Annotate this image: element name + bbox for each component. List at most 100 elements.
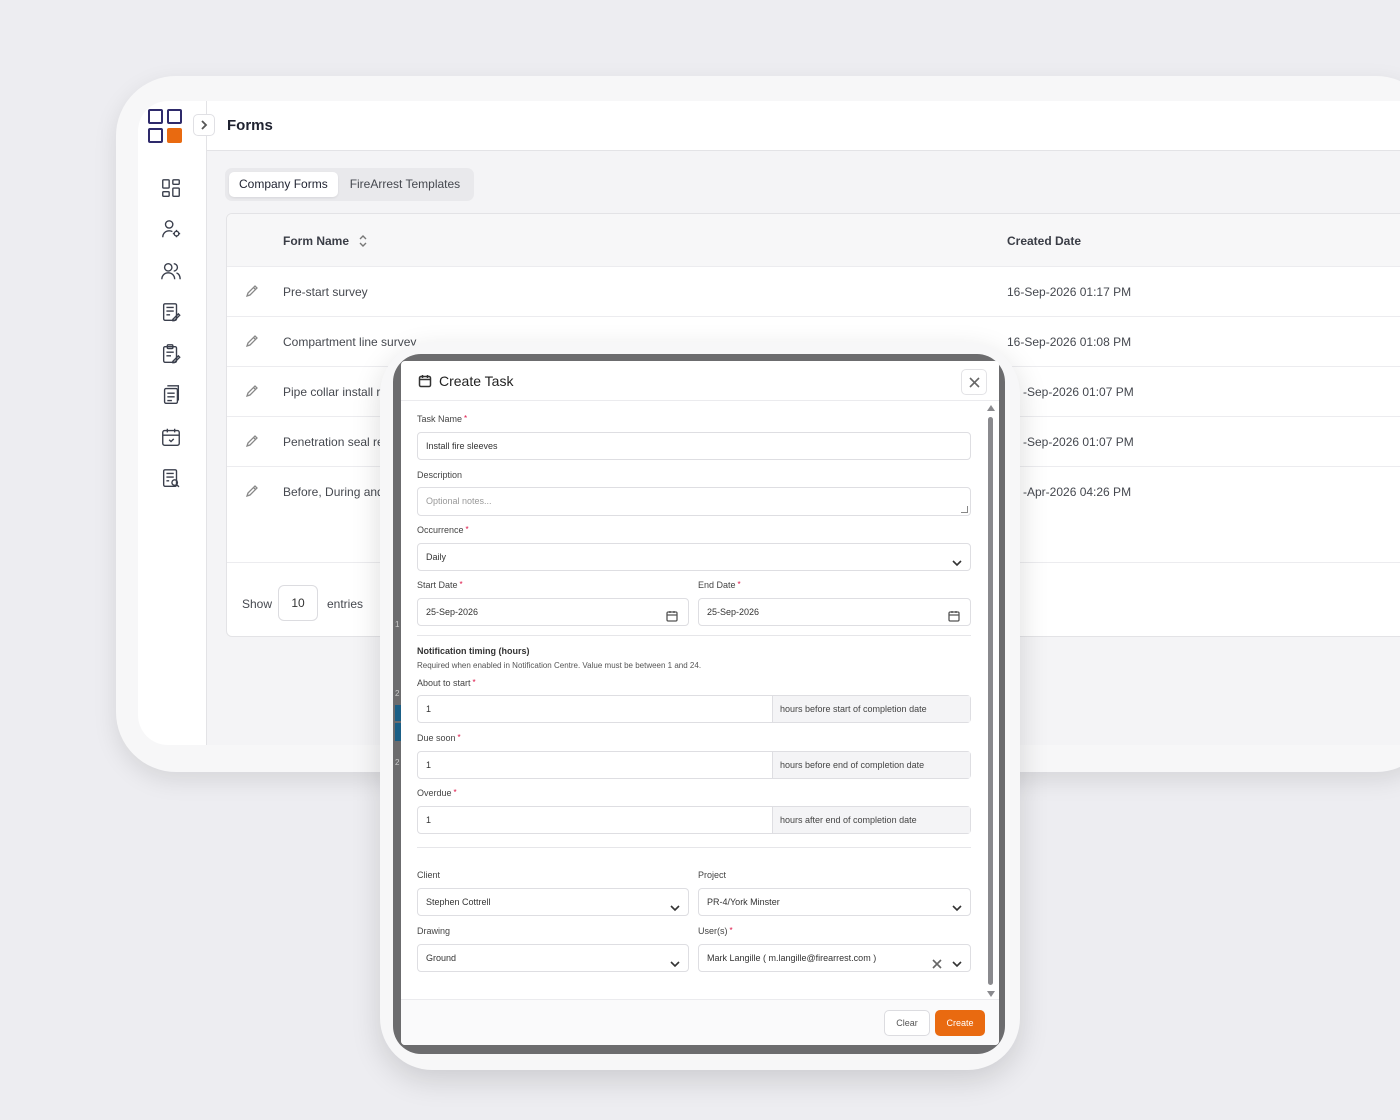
overdue-suffix: hours after end of completion date — [772, 807, 970, 833]
due-soon-input[interactable]: 1 hours before end of completion date — [417, 751, 971, 779]
users-value: Mark Langille ( m.langille@firearrest.co… — [707, 953, 877, 963]
edit-pencil-icon[interactable] — [245, 384, 259, 398]
about-to-start-label: About to start * — [417, 678, 476, 688]
top-bar: Forms — [193, 101, 1400, 151]
background-fragment: 2 — [395, 758, 400, 767]
clear-selection-icon[interactable] — [932, 953, 942, 969]
end-date-value: 25-Sep-2026 — [707, 607, 760, 617]
occurrence-label: Occurrence * — [417, 525, 469, 535]
modal-footer: Clear Create — [401, 999, 999, 1045]
overdue-value: 1 — [426, 815, 432, 825]
edit-pencil-icon[interactable] — [245, 284, 259, 298]
start-date-value: 25-Sep-2026 — [426, 607, 479, 617]
calendar-icon[interactable] — [159, 425, 183, 449]
modal-title: Create Task — [439, 373, 514, 389]
client-select[interactable]: Stephen Cottrell — [417, 888, 689, 916]
project-label: Project — [698, 870, 727, 880]
sidebar — [138, 101, 207, 745]
dashboard-icon[interactable] — [159, 176, 183, 200]
column-header-form-name[interactable]: Form Name — [283, 234, 369, 248]
form-name: Compartment line survey — [283, 335, 417, 349]
calendar-icon[interactable] — [948, 606, 960, 622]
about-to-start-input[interactable]: 1 hours before start of completion date — [417, 695, 971, 723]
project-select[interactable]: PR-4/York Minster — [698, 888, 971, 916]
scroll-up-arrow[interactable] — [987, 405, 995, 411]
task-name-label: Task Name * — [417, 414, 468, 424]
created-date: 16-Sep-2026 01:17 PM — [1007, 285, 1132, 299]
sidebar-expand-button[interactable] — [193, 114, 215, 136]
task-name-input[interactable]: Install fire sleeves — [417, 432, 971, 460]
overdue-input[interactable]: 1 hours after end of completion date — [417, 806, 971, 834]
end-date-input[interactable]: 25-Sep-2026 — [698, 598, 971, 626]
created-date: -Apr-2026 04:26 PM — [1023, 485, 1132, 499]
documents-icon[interactable] — [159, 383, 183, 407]
created-date: 16-Sep-2026 01:08 PM — [1007, 335, 1132, 349]
due-soon-value: 1 — [426, 760, 432, 770]
edit-pencil-icon[interactable] — [245, 334, 259, 348]
show-label: Show — [242, 597, 273, 611]
page-title: Forms — [227, 117, 273, 134]
entries-label: entries — [327, 597, 364, 611]
description-label: Description — [417, 470, 463, 480]
report-search-icon[interactable] — [159, 466, 183, 490]
notification-help: Required when enabled in Notification Ce… — [417, 661, 702, 670]
tab-company-forms[interactable]: Company Forms — [229, 172, 338, 197]
divider — [417, 635, 971, 636]
end-date-label: End Date * — [698, 580, 741, 590]
chevron-down-icon — [670, 953, 680, 968]
created-date: -Sep-2026 01:07 PM — [1023, 385, 1134, 399]
column-label: Form Name — [283, 234, 350, 248]
clipboard-edit-icon[interactable] — [159, 342, 183, 366]
chevron-down-icon — [952, 953, 962, 968]
forms-tabs: Company Forms FireArrest Templates — [225, 168, 475, 201]
forms-edit-icon[interactable] — [159, 300, 183, 324]
close-icon — [968, 376, 980, 388]
chevron-down-icon — [952, 897, 962, 912]
project-value: PR-4/York Minster — [707, 897, 780, 907]
scroll-thumb[interactable] — [988, 417, 993, 985]
start-date-input[interactable]: 25-Sep-2026 — [417, 598, 689, 626]
due-soon-suffix: hours before end of completion date — [772, 752, 970, 778]
table-header: Form Name Created Date — [227, 214, 1400, 267]
notification-title: Notification timing (hours) — [417, 646, 530, 656]
edit-pencil-icon[interactable] — [245, 434, 259, 448]
overdue-label: Overdue * — [417, 788, 457, 798]
user-settings-icon[interactable] — [159, 217, 183, 241]
entries-per-page-select[interactable]: 10 — [278, 585, 318, 621]
form-name: Pre-start survey — [283, 285, 368, 299]
drawing-value: Ground — [426, 953, 457, 963]
create-button[interactable]: Create — [935, 1010, 985, 1036]
drawing-select[interactable]: Ground — [417, 944, 689, 972]
start-date-label: Start Date * — [417, 580, 463, 590]
form-name: Penetration seal rec — [283, 435, 390, 449]
due-soon-label: Due soon * — [417, 733, 461, 743]
background-fragment: 1 — [395, 620, 400, 629]
clear-button[interactable]: Clear — [884, 1010, 930, 1036]
sort-icon[interactable] — [357, 234, 369, 248]
scroll-down-arrow[interactable] — [987, 991, 995, 997]
calendar-icon — [418, 374, 432, 388]
users-icon[interactable] — [159, 259, 183, 283]
occurrence-value: Daily — [426, 552, 447, 562]
chevron-down-icon — [952, 552, 962, 567]
occurrence-select[interactable]: Daily — [417, 543, 971, 571]
background-fragment: 2 — [395, 689, 400, 698]
client-label: Client — [417, 870, 441, 880]
description-placeholder: Optional notes... — [426, 496, 492, 506]
close-button[interactable] — [961, 369, 987, 395]
users-select[interactable]: Mark Langille ( m.langille@firearrest.co… — [698, 944, 971, 972]
calendar-icon[interactable] — [666, 606, 678, 622]
app-logo[interactable] — [148, 109, 184, 145]
column-header-created-date[interactable]: Created Date — [1007, 234, 1081, 248]
description-textarea[interactable]: Optional notes... — [417, 487, 971, 516]
modal-header: Create Task — [401, 361, 999, 401]
resize-handle[interactable] — [961, 506, 968, 513]
client-value: Stephen Cottrell — [426, 897, 491, 907]
about-to-start-suffix: hours before start of completion date — [772, 696, 970, 722]
table-row[interactable]: Pre-start survey 16-Sep-2026 01:17 PM — [227, 267, 1400, 317]
tab-firearrest-templates[interactable]: FireArrest Templates — [340, 172, 470, 197]
chevron-down-icon — [670, 897, 680, 912]
form-name: Before, During and — [283, 485, 384, 499]
modal-scrollbar[interactable] — [986, 403, 996, 999]
edit-pencil-icon[interactable] — [245, 484, 259, 498]
